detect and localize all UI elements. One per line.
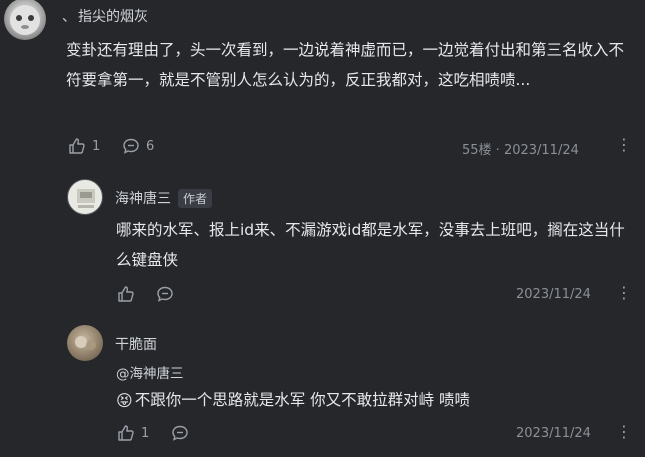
username[interactable]: 干脆面	[115, 334, 157, 354]
like-count: 1	[92, 138, 101, 154]
like-button[interactable]: 1	[68, 137, 100, 155]
reply-content: 😝 不跟你一个思路就是水军 你又不敢拉群对峙 啧啧	[116, 385, 470, 415]
reply-header: 海神唐三 作者	[115, 188, 213, 208]
username-prefix: 、	[62, 9, 76, 25]
thumbs-up-icon	[118, 286, 134, 302]
like-button[interactable]: 1	[117, 424, 149, 442]
reply-date: 2023/11/24	[516, 426, 591, 441]
avatar[interactable]	[67, 179, 103, 215]
more-vertical-icon[interactable]: ⋮	[616, 422, 632, 441]
comment-header: 、 指尖的烟灰	[62, 6, 148, 26]
username[interactable]: 指尖的烟灰	[78, 6, 148, 26]
like-button[interactable]	[117, 285, 135, 303]
reply-button[interactable]: 6	[122, 137, 154, 155]
comment-bubble-icon	[172, 425, 188, 441]
avatar-illustration	[77, 189, 95, 208]
username[interactable]: 海神唐三	[115, 188, 171, 208]
grinning-emoji-icon: 😝	[116, 390, 133, 410]
avatar-illustration	[75, 336, 96, 350]
avatar[interactable]	[4, 0, 46, 40]
thumbs-up-icon	[69, 138, 85, 154]
thumbs-up-icon	[118, 425, 134, 441]
reply-button[interactable]	[156, 285, 174, 303]
reply-text: 哪来的水军、报上id来、不漏游戏id都是水军，没事去上班吧，搁在这当什么键盘侠	[116, 221, 625, 269]
avatar[interactable]	[67, 325, 103, 361]
comment-text: 变卦还有理由了，头一次看到，一边说着神虚而已，一边觉着付出和第三名收入不符要拿第…	[66, 41, 625, 89]
reply-text: 不跟你一个思路就是水军 你又不敢拉群对峙 啧啧	[134, 391, 471, 409]
reply-button[interactable]	[171, 424, 189, 442]
comment-bubble-icon	[157, 286, 173, 302]
reply-date: 2023/11/24	[516, 287, 591, 302]
more-vertical-icon[interactable]: ⋮	[616, 283, 632, 302]
author-badge: 作者	[178, 188, 213, 208]
floor-and-date: 55楼 · 2023/11/24	[462, 143, 579, 158]
mention-link[interactable]: @海神唐三	[116, 362, 184, 382]
comment-bubble-icon	[123, 138, 139, 154]
reply-count: 6	[146, 138, 155, 154]
like-count: 1	[141, 425, 150, 441]
baby-face-illustration	[10, 5, 40, 35]
more-vertical-icon[interactable]: ⋮	[616, 135, 632, 154]
